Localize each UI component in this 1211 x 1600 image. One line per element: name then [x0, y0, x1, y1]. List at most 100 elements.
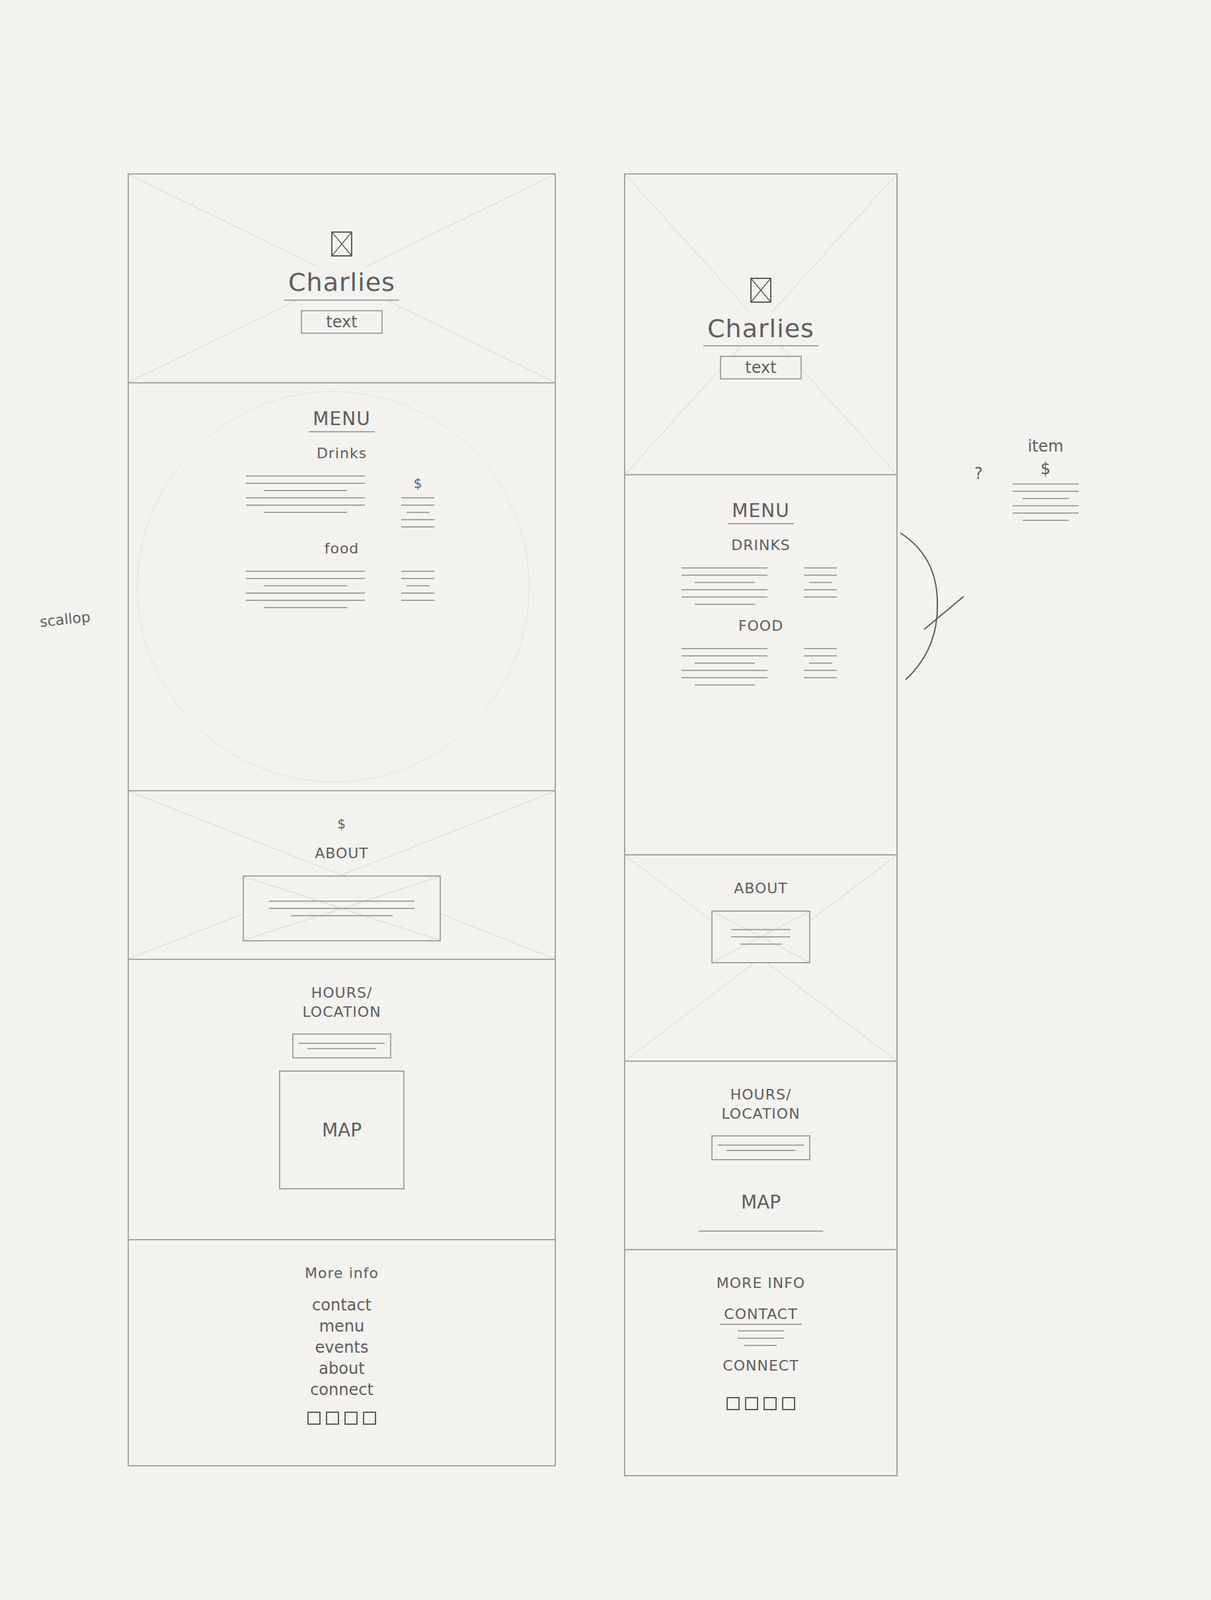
price-mark: $: [413, 475, 423, 492]
text-line: [681, 669, 768, 671]
text-line: [803, 574, 837, 576]
price-lines: [401, 497, 435, 528]
text-line: [803, 676, 837, 679]
hours-section: HOURS/ LOCATION MAP: [128, 959, 555, 1241]
social-icon[interactable]: [362, 1411, 377, 1425]
hero-title: Charlies: [284, 266, 400, 301]
text-line: [681, 655, 768, 657]
text-line: [269, 900, 415, 902]
item-lines: [245, 570, 365, 609]
social-icon[interactable]: [726, 1396, 740, 1410]
price-column: [800, 567, 841, 598]
price-column: $: [397, 475, 438, 528]
hero-title: Charlies: [703, 312, 819, 347]
text-line: [803, 588, 837, 591]
text-line: [406, 511, 430, 513]
margin-note: scallop: [39, 605, 120, 630]
menu-category: DRINKS: [727, 536, 795, 556]
social-icon[interactable]: [744, 1396, 759, 1410]
footer-block: CONTACT: [719, 1304, 802, 1347]
price-lines: [803, 647, 837, 679]
item-note: ?item$: [974, 437, 1083, 521]
text-line: [245, 482, 365, 484]
text-line: [263, 489, 348, 492]
text-line: [263, 585, 348, 587]
text-line: [401, 599, 435, 601]
social-icon[interactable]: [325, 1411, 340, 1425]
text-line: [401, 577, 435, 580]
item-lines: [681, 647, 768, 686]
item-lines: [245, 475, 365, 513]
menu-title: MENU: [727, 499, 794, 525]
text-line: [803, 647, 837, 650]
text-line: [269, 907, 415, 909]
social-icon[interactable]: [344, 1411, 358, 1425]
menu-category: food: [320, 539, 364, 559]
text-line: [740, 943, 782, 945]
text-line: [694, 662, 755, 664]
text-line: [809, 662, 833, 664]
text-line: [245, 504, 365, 506]
text-line: [803, 596, 837, 598]
hero-text: text: [719, 355, 802, 380]
social-icon[interactable]: [307, 1411, 321, 1425]
text-line: [809, 581, 833, 584]
text-line: [401, 570, 435, 572]
text-line: [1012, 512, 1079, 514]
menu-category: FOOD: [734, 616, 788, 636]
text-line: [803, 655, 837, 657]
about-text-lines: [269, 900, 415, 917]
text-line: [263, 511, 348, 513]
map-placeholder: MAP: [278, 1070, 405, 1190]
footer-link[interactable]: about: [318, 1358, 365, 1379]
note-question: ?: [974, 464, 983, 483]
logo-placeholder-icon: [330, 230, 353, 258]
note-price: $: [1040, 460, 1051, 478]
text-line: [1012, 490, 1079, 492]
menu-category: Drinks: [312, 444, 371, 464]
text-line: [245, 599, 365, 601]
menu-items: [681, 647, 841, 686]
menu-items: $: [245, 475, 438, 528]
text-line: [737, 1329, 784, 1332]
hours-info: [711, 1134, 811, 1161]
menu-section: MENU DRINKS FOOD: [625, 475, 897, 856]
text-line: [401, 526, 435, 528]
text-line: [717, 1144, 804, 1146]
note-lines: [1012, 483, 1079, 521]
text-line: [681, 676, 768, 679]
footer-block: CONNECT: [718, 1356, 803, 1376]
about-image: [711, 910, 811, 964]
footer-heading: CONNECT: [718, 1356, 803, 1376]
text-line: [731, 928, 791, 931]
side-annotation: ?item$: [897, 173, 1083, 683]
hours-title: HOURS/ LOCATION: [691, 1085, 831, 1124]
text-line: [731, 936, 791, 938]
text-line: [803, 567, 837, 569]
price-column: [397, 570, 438, 601]
brace-icon: [897, 530, 971, 683]
text-line: [681, 596, 768, 598]
menu-title: MENU: [308, 407, 375, 433]
item-lines: [681, 567, 768, 605]
footer-link[interactable]: events: [315, 1337, 369, 1358]
text-line: [1012, 505, 1079, 507]
footer-link[interactable]: menu: [319, 1316, 365, 1336]
footer-link[interactable]: contact: [312, 1294, 372, 1315]
social-icons: [726, 1396, 796, 1410]
social-icon[interactable]: [781, 1396, 796, 1410]
footer-link[interactable]: connect: [310, 1379, 374, 1400]
text-line: [1022, 497, 1069, 500]
text-line: [406, 585, 430, 587]
hours-title: HOURS/ LOCATION: [272, 983, 412, 1022]
text-line: [245, 497, 365, 499]
text-line: [401, 497, 435, 499]
menu-section: MENU Drinks $ food: [128, 383, 555, 792]
price-lines: [803, 567, 837, 598]
footer-section: MORE INFOCONTACTCONNECT: [625, 1250, 897, 1475]
text-line: [1012, 483, 1079, 485]
hero-section: Charliestext: [128, 174, 555, 384]
social-icon[interactable]: [763, 1396, 777, 1410]
text-line: [307, 1047, 377, 1050]
footer-links: contactmenueventsaboutconnect: [310, 1294, 374, 1400]
